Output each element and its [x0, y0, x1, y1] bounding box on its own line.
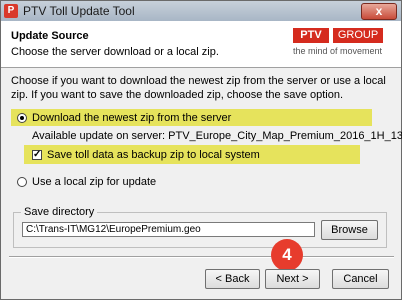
radio-download-label[interactable]: Download the newest zip from the server [32, 112, 231, 124]
save-directory-label: Save directory [21, 206, 98, 218]
radio-download-server[interactable] [17, 113, 27, 123]
next-button[interactable]: Next > [265, 269, 320, 289]
logo-tagline: the mind of movement [293, 46, 383, 56]
wizard-header: Update Source Choose the server download… [1, 21, 401, 68]
ptv-app-icon: P [4, 4, 18, 18]
browse-button[interactable]: Browse [321, 220, 378, 240]
logo-ptv-text: PTV [293, 28, 329, 43]
close-button[interactable]: x [361, 3, 397, 20]
step-number-badge: 4 [271, 239, 303, 271]
radio-local-zip-label[interactable]: Use a local zip for update [32, 176, 156, 188]
logo-group-text: GROUP [333, 28, 383, 43]
title-bar[interactable]: P PTV Toll Update Tool x [1, 1, 401, 21]
available-update-text: Available update on server: PTV_Europe_C… [32, 130, 402, 142]
save-directory-input[interactable]: C:\Trans-IT\MG12\EuropePremium.geo [22, 222, 315, 237]
back-button[interactable]: < Back [205, 269, 260, 289]
page-subtitle: Choose the server download or a local zi… [11, 46, 219, 58]
installer-window: P PTV Toll Update Tool x Update Source C… [0, 0, 402, 300]
footer-divider [9, 256, 394, 258]
window-title: PTV Toll Update Tool [23, 4, 135, 18]
intro-text: Choose if you want to download the newes… [11, 75, 386, 101]
save-backup-checkbox[interactable]: ✓ [32, 150, 42, 160]
cancel-button[interactable]: Cancel [332, 269, 389, 289]
page-title: Update Source [11, 30, 89, 42]
ptv-group-logo: PTV GROUP the mind of movement [293, 28, 393, 64]
radio-local-zip[interactable] [17, 177, 27, 187]
save-backup-label[interactable]: Save toll data as backup zip to local sy… [47, 149, 260, 161]
